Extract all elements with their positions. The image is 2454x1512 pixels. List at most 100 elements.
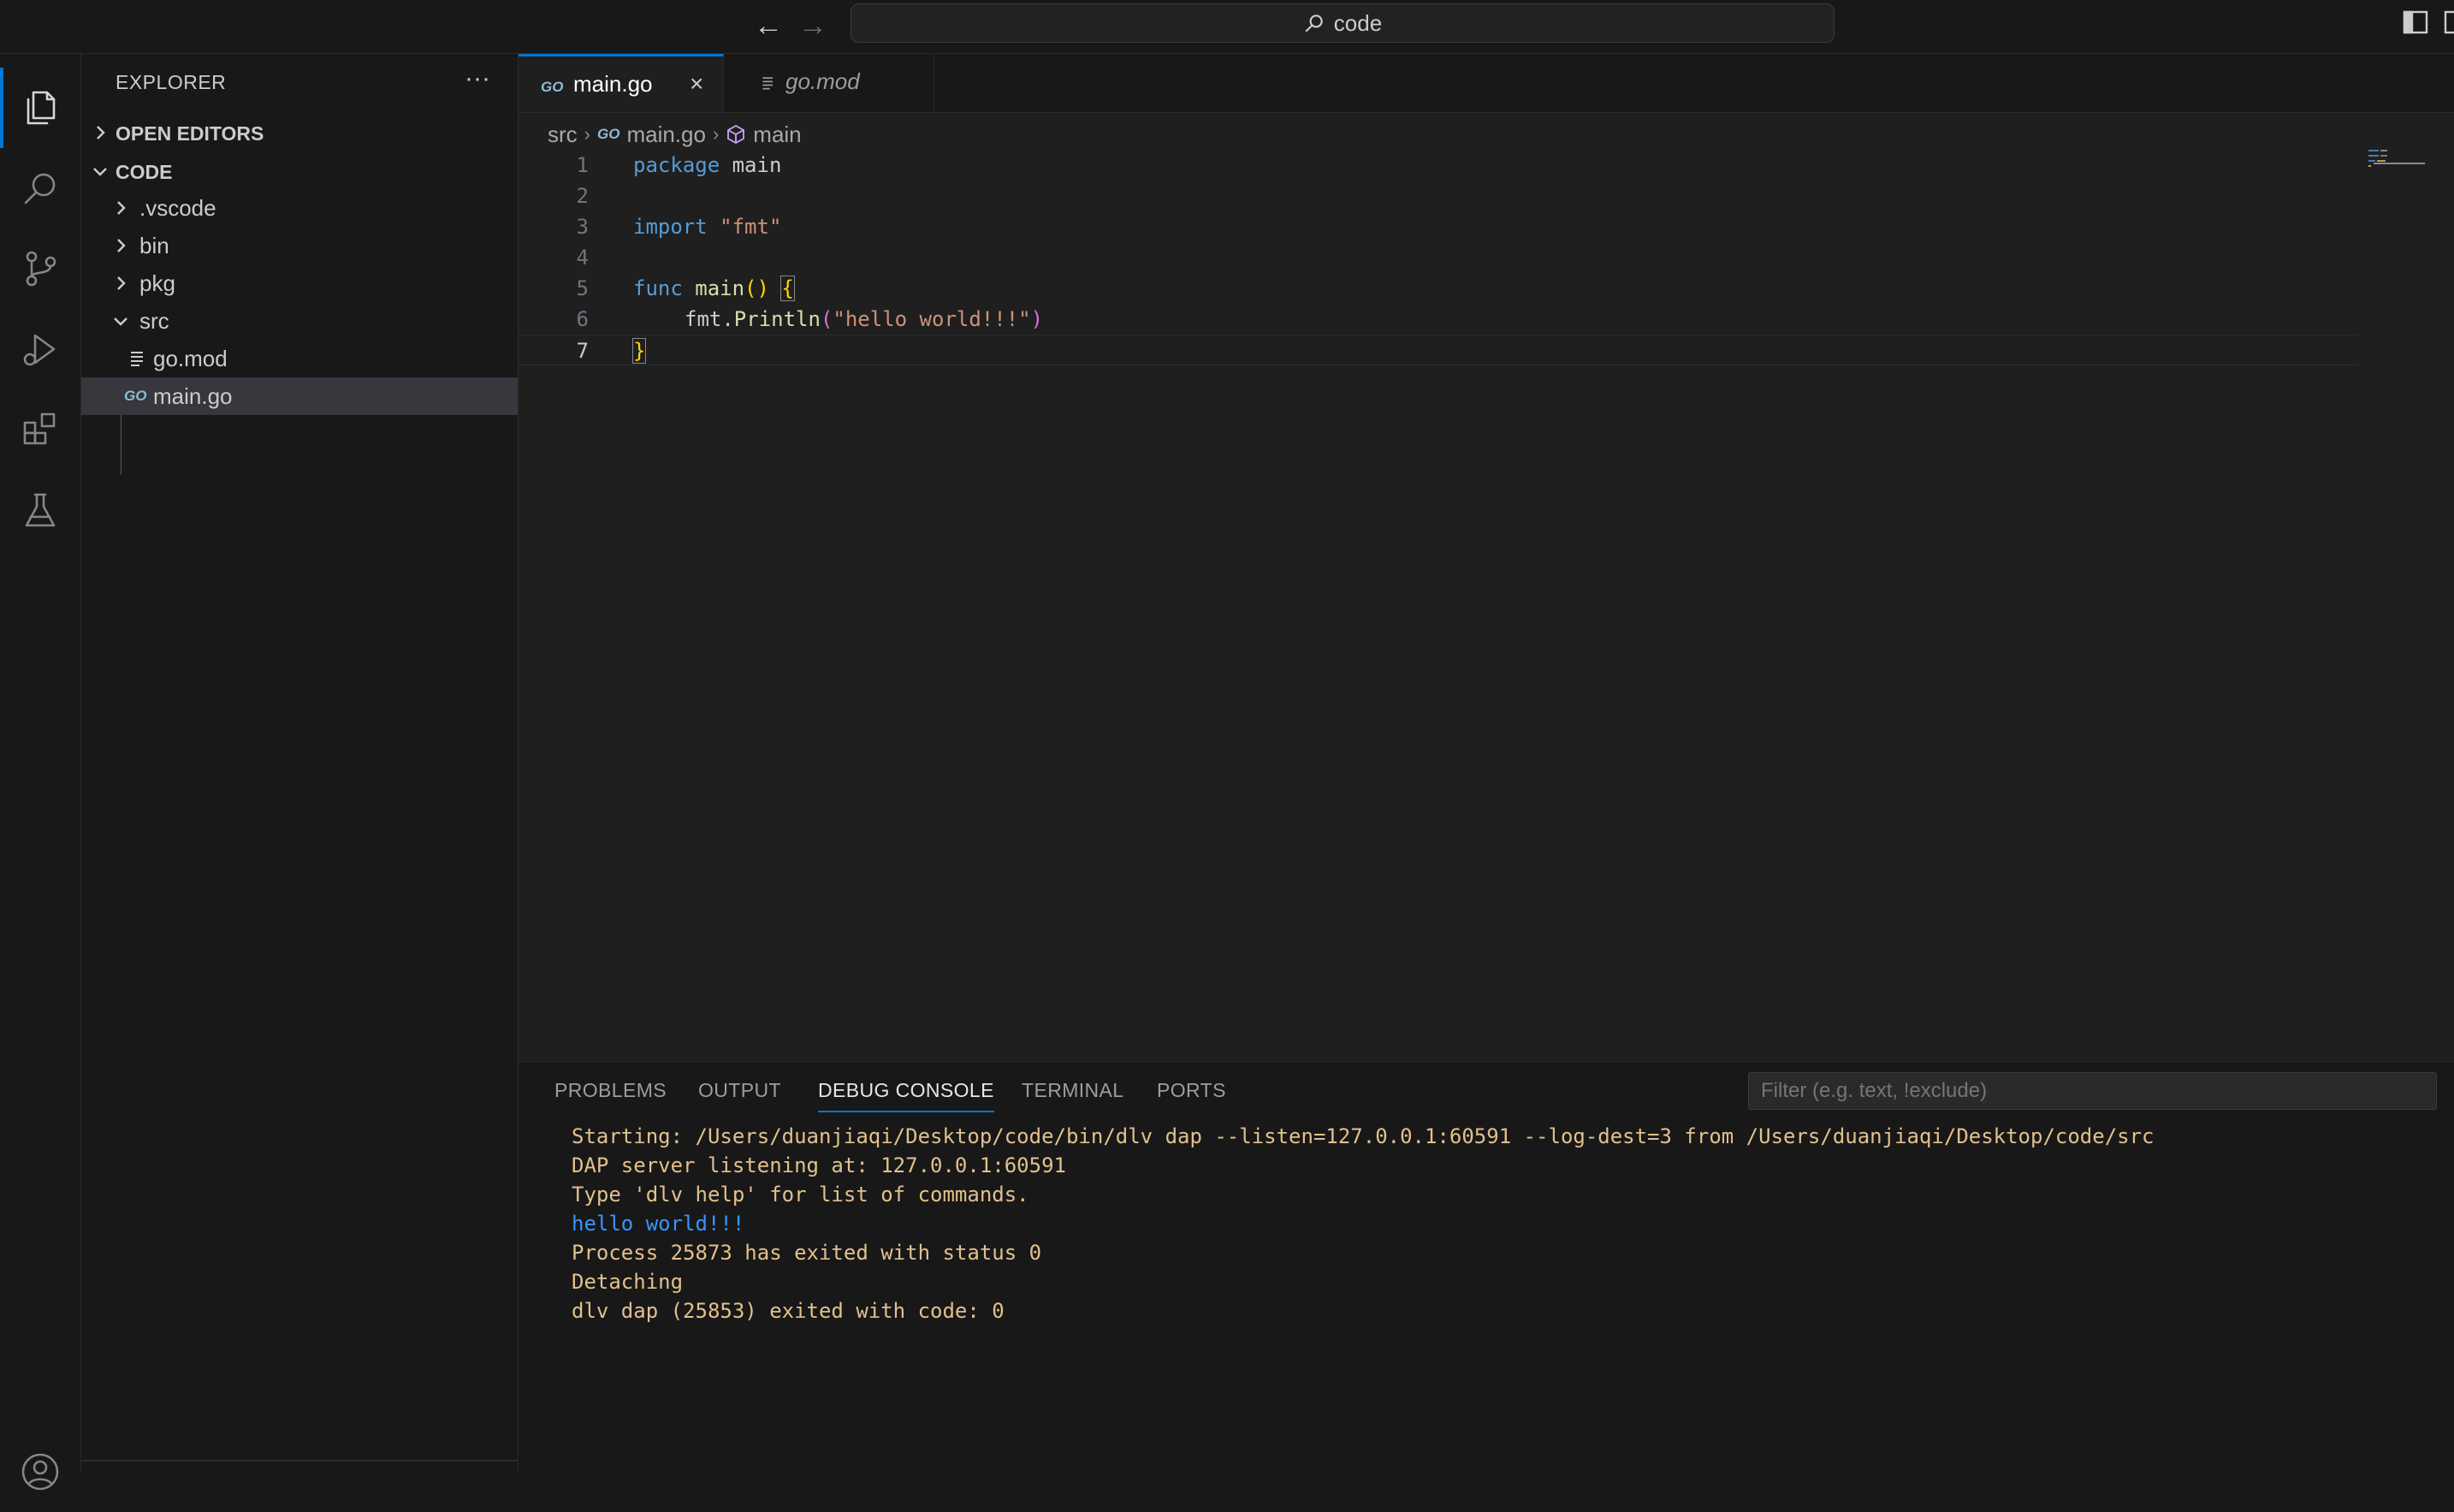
parens: ()	[744, 276, 769, 300]
tab-terminal[interactable]: TERMINAL	[1022, 1079, 1124, 1102]
code-text: fmt.Println("hello world!!!")	[685, 304, 1043, 335]
open-editors-section[interactable]: OPEN EDITORS	[81, 114, 518, 151]
command-center-label: code	[1333, 9, 1383, 36]
keyword: func	[633, 276, 683, 300]
tab-output[interactable]: OUTPUT	[698, 1079, 781, 1102]
testing-activity[interactable]	[0, 470, 80, 550]
go-file-icon: GO	[597, 126, 620, 142]
line-number: 7	[576, 339, 589, 363]
account-icon	[21, 1453, 59, 1491]
string-literal: "fmt"	[720, 215, 782, 239]
search-icon	[24, 173, 56, 205]
section-label: OPEN EDITORS	[116, 122, 264, 145]
filter-input[interactable]	[1748, 1072, 2437, 1110]
tab-ports[interactable]: PORTS	[1157, 1079, 1226, 1102]
tree-item-src[interactable]: src	[81, 302, 518, 340]
code-line: 5 func main() {	[519, 273, 2358, 304]
console-line: DAP server listening at: 127.0.0.1:60591	[572, 1153, 1066, 1177]
console-line: dlv dap (25853) exited with code: 0	[572, 1299, 1005, 1323]
tree-item-label: .vscode	[139, 195, 216, 221]
line-number: 2	[576, 184, 589, 208]
console-line: Process 25873 has exited with status 0	[572, 1241, 1042, 1265]
back-arrow-icon[interactable]: ←	[750, 7, 787, 44]
paren: )	[1030, 307, 1044, 331]
chevron-right-icon	[97, 126, 105, 139]
close-icon[interactable]: ×	[690, 70, 703, 98]
bottom-panel: PROBLEMS OUTPUT DEBUG CONSOLE TERMINAL P…	[519, 1061, 2454, 1473]
explorer-activity[interactable]	[0, 68, 80, 148]
minimap[interactable]	[2365, 148, 2433, 174]
tree-item-go-mod[interactable]: go.mod	[81, 340, 518, 377]
function-name: Println	[733, 307, 821, 331]
tree-item-label: go.mod	[153, 346, 228, 371]
code-line: 4	[519, 242, 2358, 273]
more-actions-button[interactable]: ···	[458, 64, 497, 98]
code-text: }	[631, 335, 647, 366]
divider	[81, 1460, 518, 1462]
run-debug-icon	[23, 334, 56, 366]
search-icon	[1305, 15, 1323, 33]
chevron-down-icon	[93, 168, 107, 176]
command-center-search[interactable]: code	[851, 3, 1835, 43]
line-number: 3	[576, 215, 589, 239]
brace: {	[780, 276, 795, 301]
extensions-activity[interactable]	[0, 389, 80, 470]
chevron-right-icon	[117, 201, 126, 215]
chevron-right-icon	[117, 239, 126, 252]
string-literal: "hello world!!!"	[833, 307, 1031, 331]
files-icon	[27, 91, 56, 125]
debug-console-output: Starting: /Users/duanjiaqi/Desktop/code/…	[572, 1122, 2155, 1325]
console-line-program-output: hello world!!!	[572, 1212, 745, 1236]
source-control-activity[interactable]	[0, 228, 80, 309]
file-lines-icon	[131, 352, 143, 366]
tree-item-main-go[interactable]: GO main.go	[81, 377, 518, 415]
editor-group: GO main.go × go.mod src › GO main.go › m…	[519, 54, 2454, 1060]
console-line: Type 'dlv help' for list of commands.	[572, 1183, 1029, 1207]
breadcrumb-item-file[interactable]: main.go	[626, 122, 706, 148]
section-label: CODE	[116, 161, 173, 183]
chevron-right-icon: ›	[712, 123, 720, 145]
chevron-right-icon	[117, 276, 126, 290]
flask-icon	[25, 493, 56, 527]
console-line: Detaching	[572, 1270, 684, 1294]
identifier: main	[720, 153, 782, 177]
code-text: import "fmt"	[633, 211, 781, 242]
line-number: 1	[576, 153, 589, 177]
cube-symbol-icon	[727, 124, 745, 145]
line-number: 5	[576, 276, 589, 300]
line-number: 4	[576, 246, 589, 270]
forward-arrow-icon[interactable]: →	[794, 7, 832, 44]
go-file-icon: GO	[124, 388, 147, 404]
tab-debug-console[interactable]: DEBUG CONSOLE	[818, 1079, 994, 1112]
activity-bar	[0, 54, 81, 1491]
accounts-activity[interactable]	[0, 1432, 80, 1512]
tab-label: go.mod	[785, 68, 860, 94]
title-bar: ← → code	[0, 0, 2454, 54]
search-activity[interactable]	[0, 148, 80, 228]
tree-item-bin[interactable]: bin	[81, 227, 518, 264]
tree-item-label: src	[139, 308, 169, 334]
chevron-right-icon: ›	[584, 123, 590, 145]
folder-section-code[interactable]: CODE	[81, 152, 518, 190]
toggle-primary-sidebar-icon[interactable]	[2403, 10, 2428, 34]
code-line-current: 7 }	[519, 335, 2358, 365]
tab-main-go[interactable]: GO main.go ×	[519, 54, 724, 112]
tree-item-vscode[interactable]: .vscode	[81, 189, 518, 227]
code-editor[interactable]: 1 package main 2 3 import "fmt" 4 5 func…	[519, 150, 2358, 1005]
identifier: fmt.	[685, 307, 734, 331]
extensions-icon	[23, 412, 56, 445]
console-line: Starting: /Users/duanjiaqi/Desktop/code/…	[572, 1124, 2155, 1148]
tab-go-mod[interactable]: go.mod	[724, 54, 934, 112]
tab-label: main.go	[573, 71, 653, 97]
tab-problems[interactable]: PROBLEMS	[554, 1079, 667, 1102]
tree-item-label: main.go	[153, 383, 233, 409]
tree-item-pkg[interactable]: pkg	[81, 264, 518, 302]
breadcrumb-item-src[interactable]: src	[548, 122, 578, 148]
line-number: 6	[576, 307, 589, 331]
code-line: 3 import "fmt"	[519, 211, 2358, 242]
file-lines-icon	[762, 77, 773, 90]
paren: (	[820, 307, 833, 331]
breadcrumb-item-symbol[interactable]: main	[753, 122, 801, 148]
run-and-debug-activity[interactable]	[0, 309, 80, 389]
toggle-panel-icon[interactable]	[2444, 10, 2454, 34]
